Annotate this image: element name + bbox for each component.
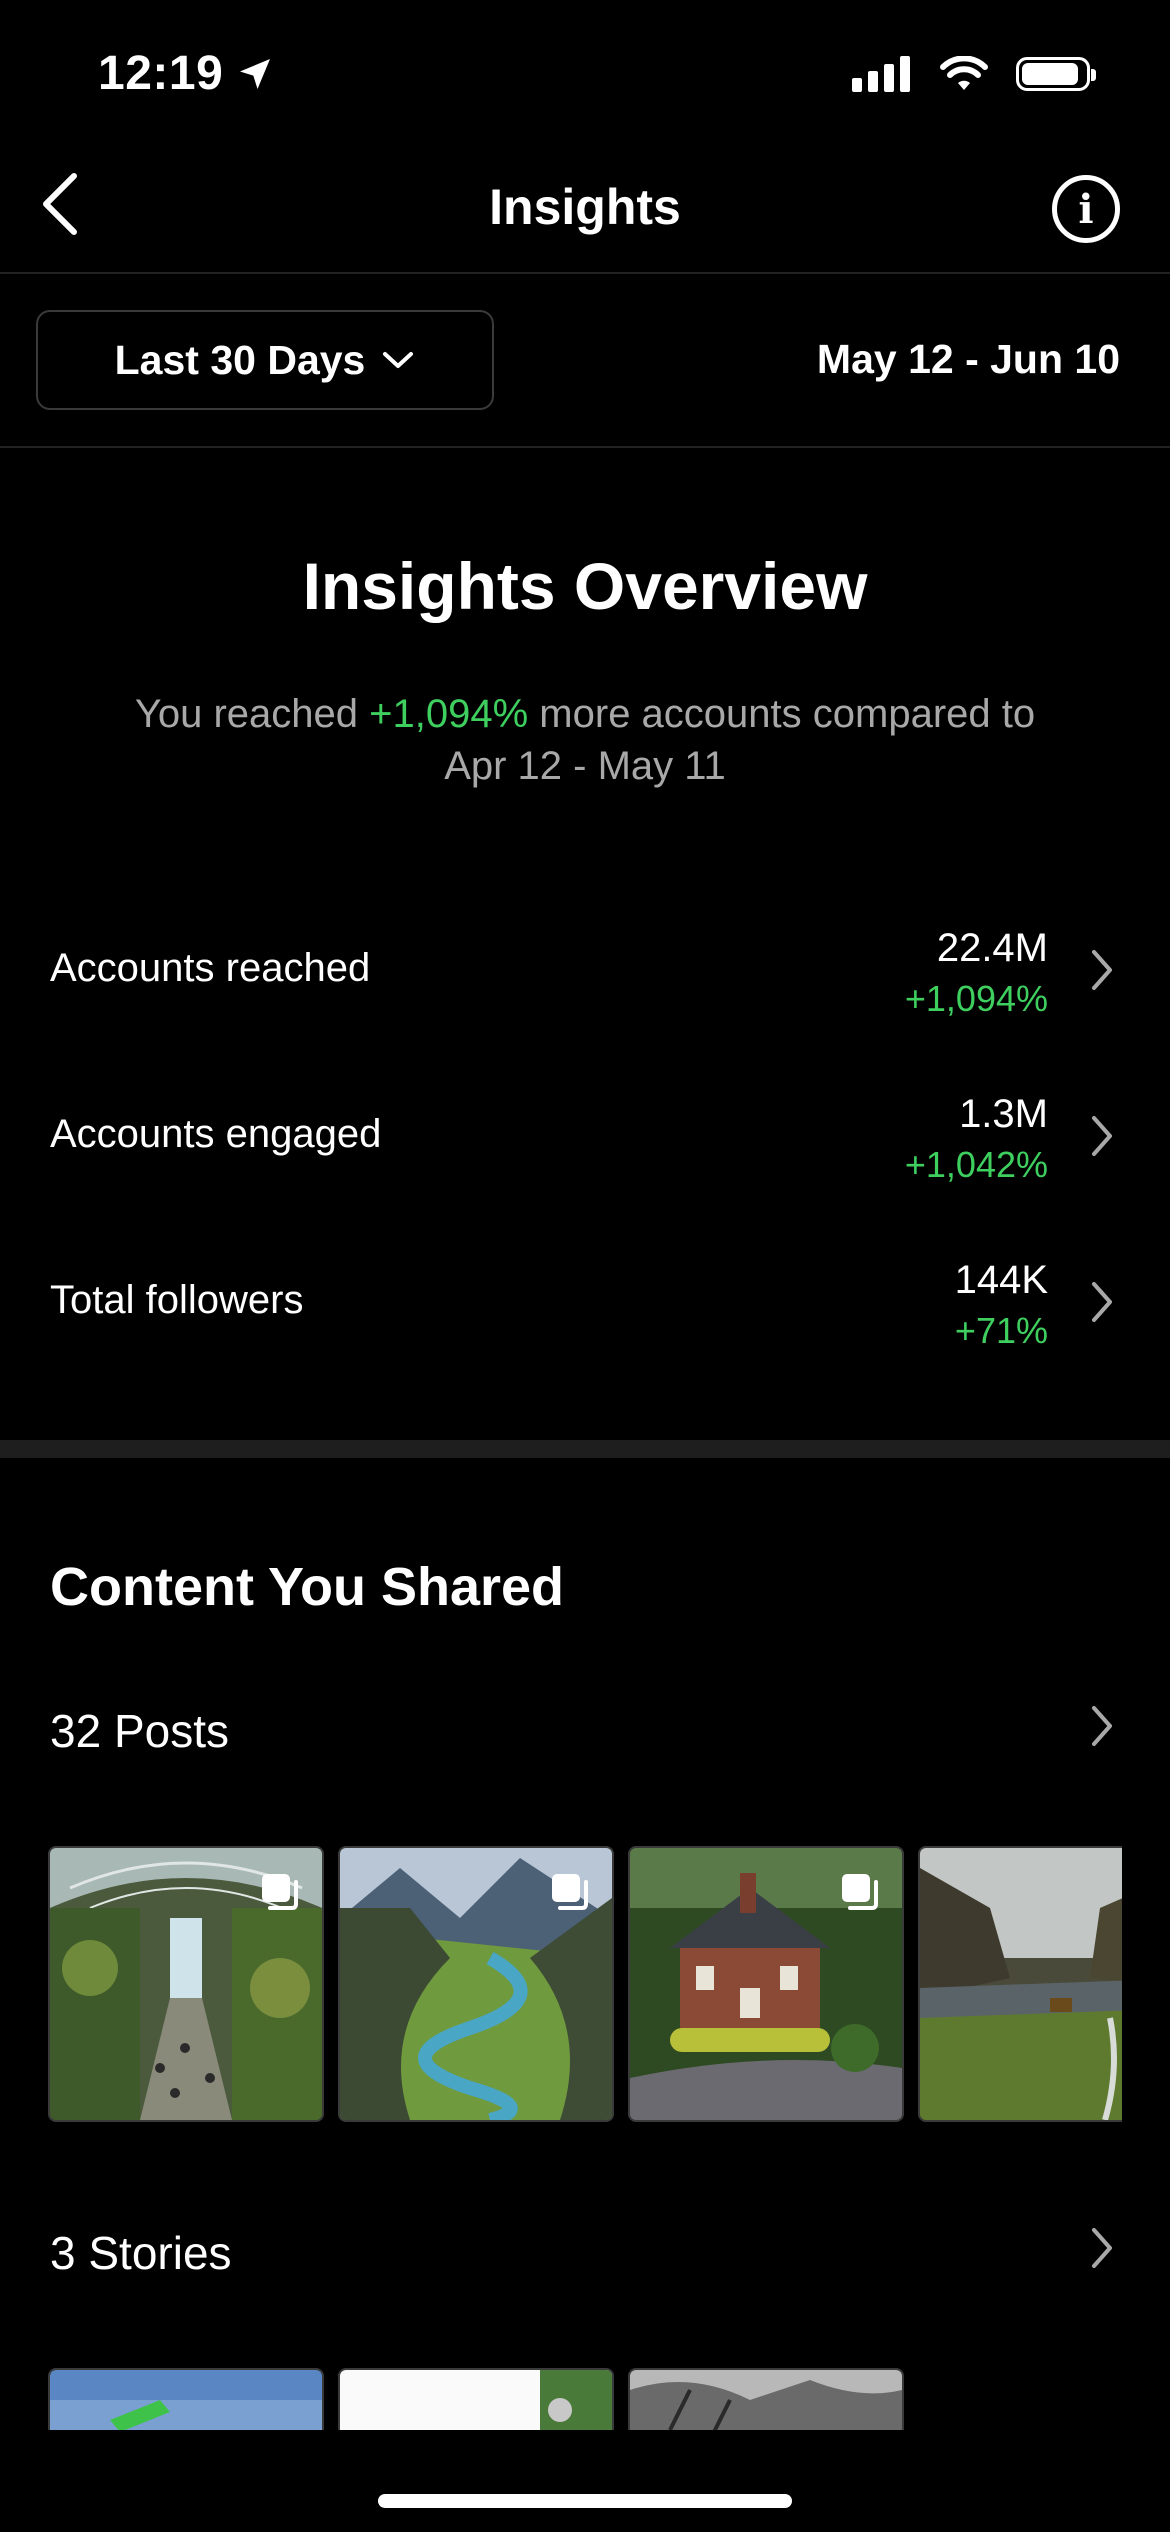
chevron-right-icon: [1092, 950, 1112, 990]
overview-subtitle: You reached +1,094% more accounts compar…: [100, 688, 1070, 792]
header-divider: [0, 272, 1170, 274]
wifi-icon: [940, 56, 988, 90]
story-thumbnail[interactable]: [338, 2368, 614, 2430]
post-thumbnail[interactable]: [918, 1846, 1122, 2122]
metric-delta: +1,094%: [904, 978, 1048, 1019]
status-time: 12:19: [98, 46, 275, 101]
story-thumbnail[interactable]: [628, 2368, 904, 2430]
stories-row[interactable]: 3 Stories: [0, 2212, 1170, 2292]
post-image: [920, 1848, 1122, 2120]
post-thumbnail[interactable]: [628, 1846, 904, 2122]
metric-row-accounts-reached[interactable]: Accounts reached 22.4M +1,094%: [0, 918, 1170, 1028]
story-image: [340, 2370, 612, 2430]
metric-value: 144K: [954, 1258, 1048, 1302]
stories-thumbnail-strip[interactable]: [48, 2368, 1122, 2430]
story-image: [630, 2370, 902, 2430]
overview-subtitle-suffix: more accounts compared to Apr 12 - May 1…: [444, 692, 1036, 788]
date-range-dropdown-label: Last 30 Days: [114, 336, 366, 383]
chevron-right-icon: [1092, 1706, 1112, 1746]
status-icons: [852, 56, 1096, 92]
post-thumbnail[interactable]: [48, 1846, 324, 2122]
metric-row-total-followers[interactable]: Total followers 144K +71%: [0, 1250, 1170, 1360]
metric-label: Total followers: [50, 1278, 304, 1322]
metric-label: Accounts engaged: [50, 1112, 382, 1156]
stories-count-label: 3 Stories: [50, 2227, 232, 2279]
carousel-icon: [552, 1874, 588, 1910]
date-range-text: May 12 - Jun 10: [816, 336, 1120, 382]
overview-subtitle-highlight: +1,094%: [369, 692, 529, 736]
carousel-icon: [262, 1874, 298, 1910]
battery-icon: [1016, 57, 1096, 91]
metric-value: 1.3M: [959, 1092, 1048, 1136]
chevron-right-icon: [1092, 1116, 1112, 1156]
status-time-text: 12:19: [98, 47, 224, 100]
cellular-signal-icon: [852, 56, 910, 92]
chevron-right-icon: [1092, 1282, 1112, 1322]
filter-divider: [0, 446, 1170, 448]
story-thumbnail[interactable]: [48, 2368, 324, 2430]
info-button[interactable]: i: [1052, 175, 1120, 243]
chevron-down-icon: [383, 352, 414, 368]
posts-count-label: 32 Posts: [50, 1705, 229, 1757]
carousel-icon: [842, 1874, 878, 1910]
posts-row[interactable]: 32 Posts: [0, 1690, 1170, 1770]
content-section-title: Content You Shared: [50, 1557, 565, 1617]
posts-thumbnail-strip[interactable]: [48, 1846, 1122, 2122]
overview-title: Insights Overview: [302, 549, 868, 623]
chevron-right-icon: [1092, 2228, 1112, 2268]
post-thumbnail[interactable]: [338, 1846, 614, 2122]
metric-delta: +71%: [954, 1310, 1048, 1351]
section-separator: [0, 1440, 1170, 1458]
home-indicator[interactable]: [378, 2494, 792, 2508]
date-range-dropdown[interactable]: Last 30 Days: [36, 310, 494, 410]
metric-delta: +1,042%: [904, 1144, 1048, 1185]
page-title: Insights: [489, 179, 681, 235]
overview-subtitle-prefix: You reached: [134, 692, 370, 736]
info-icon: i: [1078, 185, 1094, 233]
metric-value: 22.4M: [936, 926, 1048, 970]
story-image: [50, 2370, 322, 2430]
metric-row-accounts-engaged[interactable]: Accounts engaged 1.3M +1,042%: [0, 1084, 1170, 1194]
metric-label: Accounts reached: [50, 946, 371, 990]
location-arrow-icon: [240, 58, 271, 89]
